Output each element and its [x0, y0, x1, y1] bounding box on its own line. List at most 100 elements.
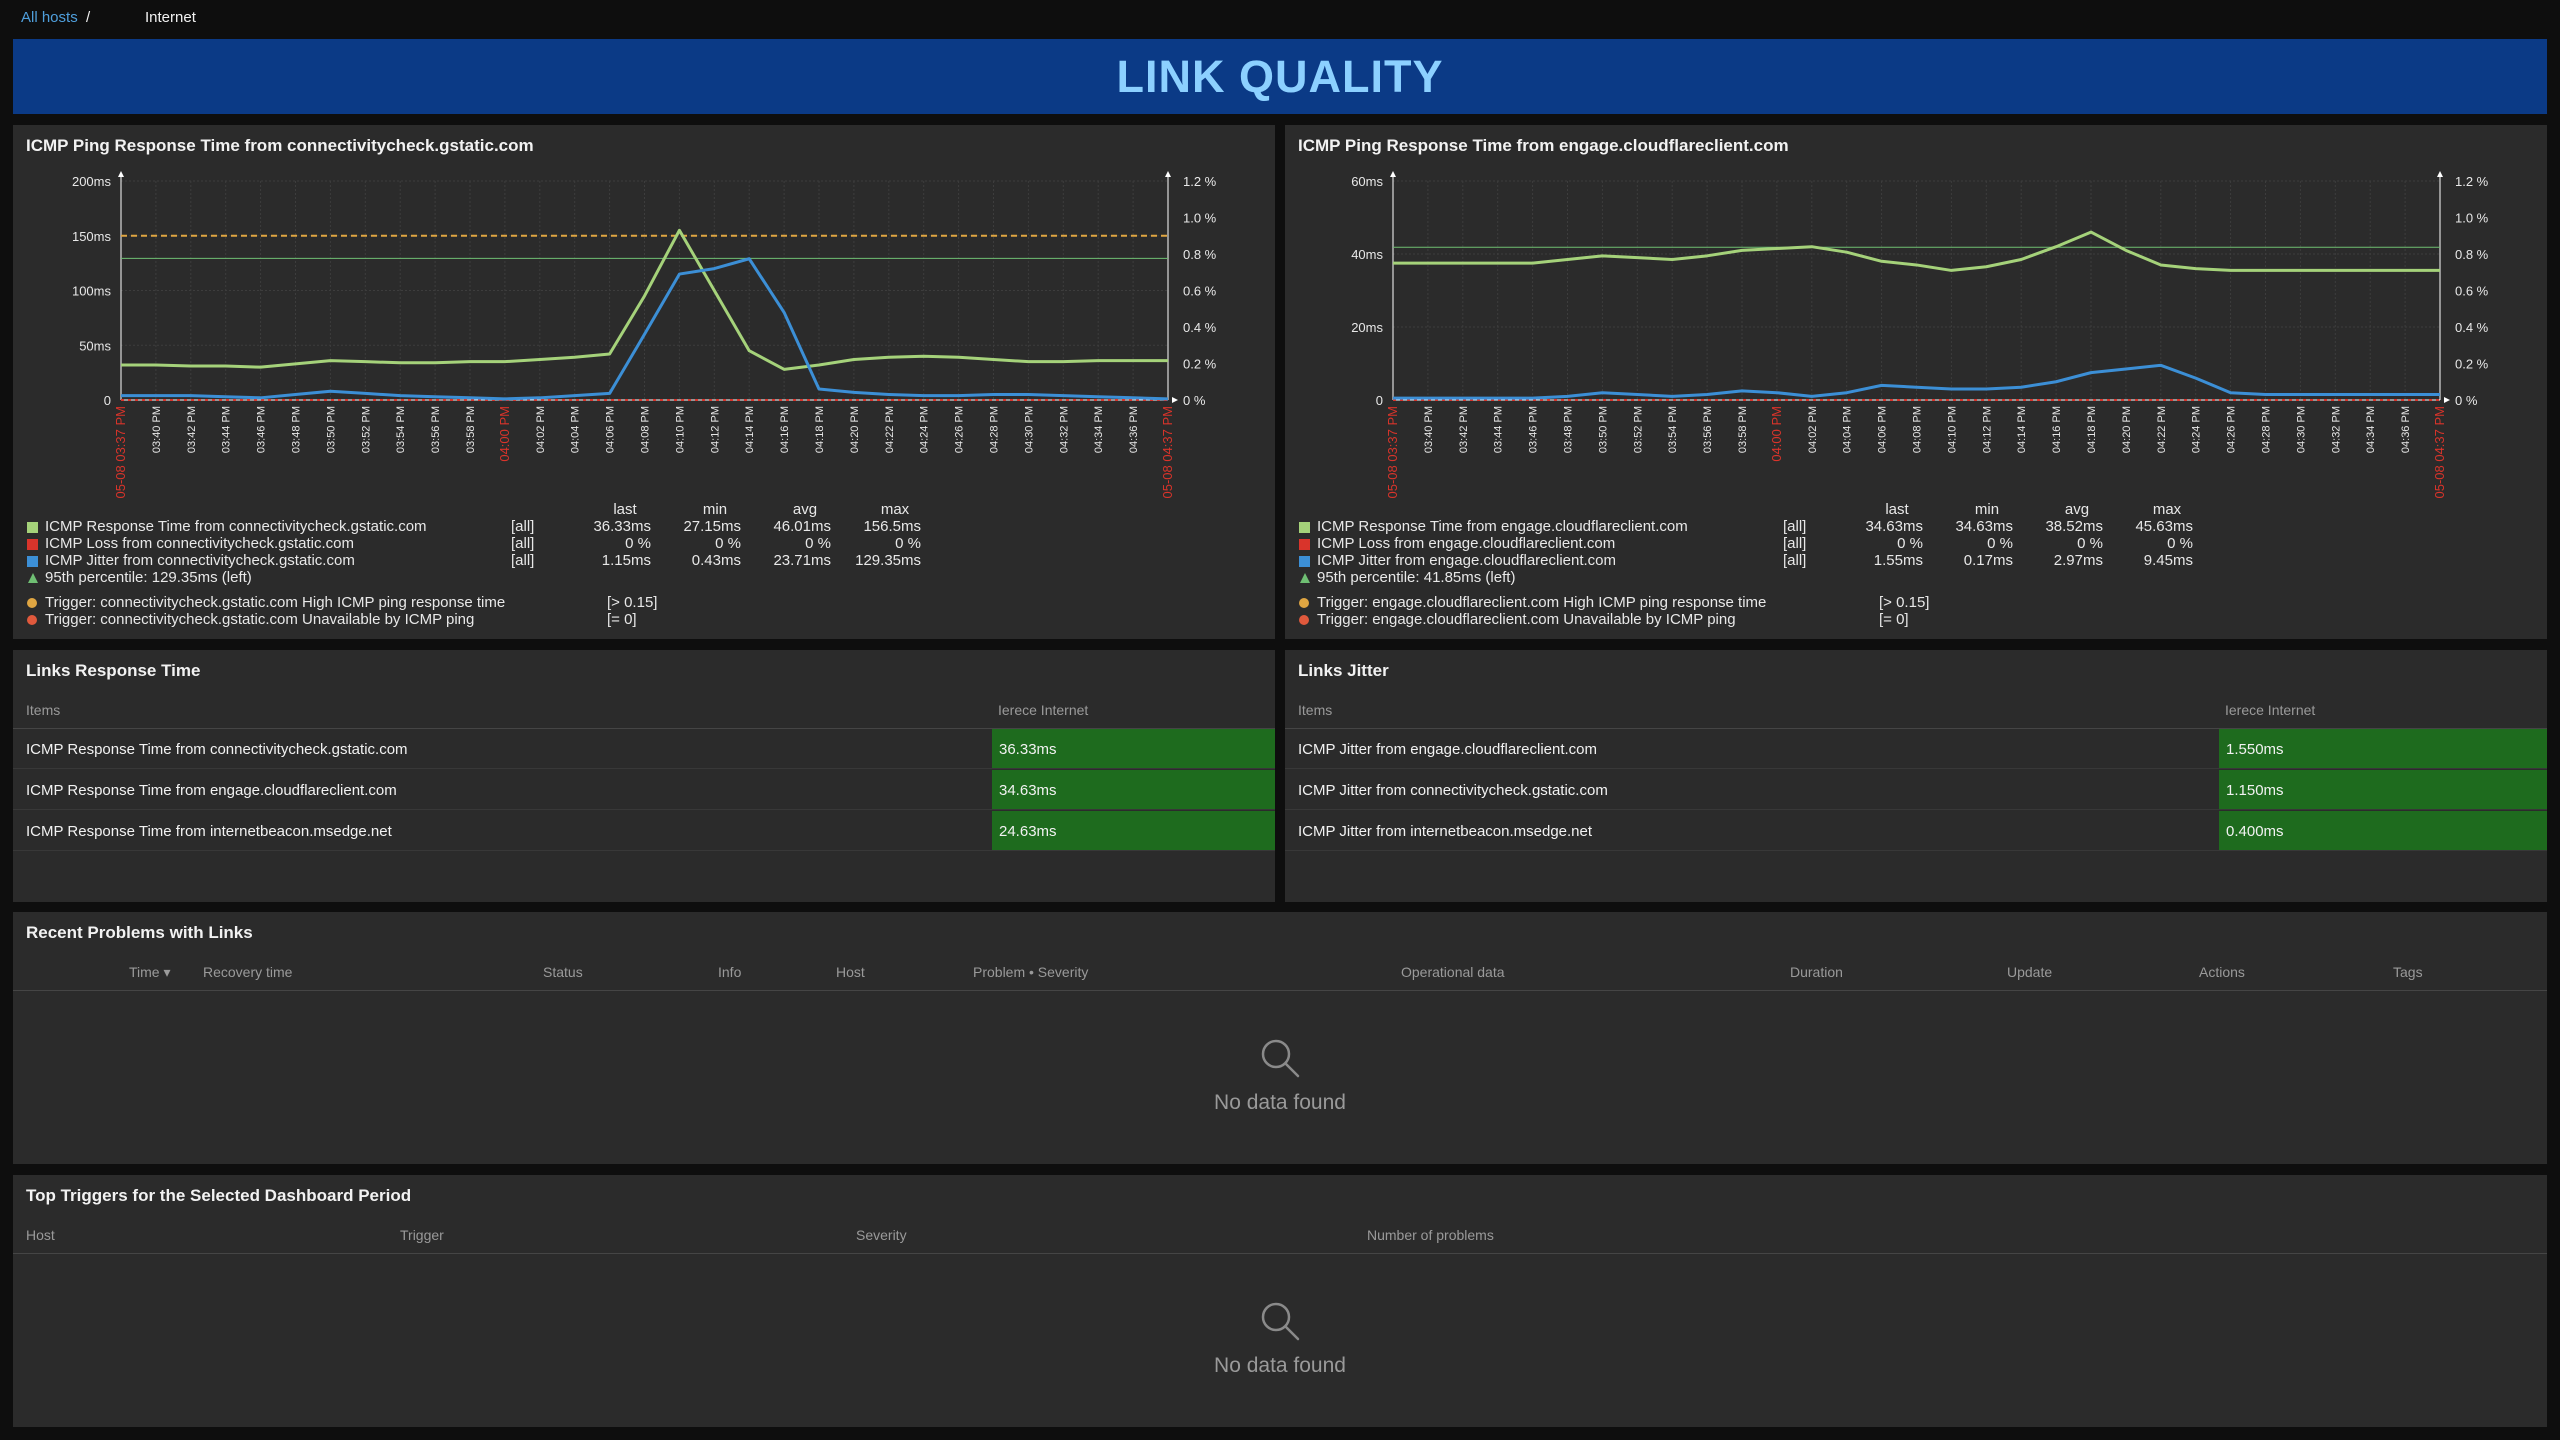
- legend-name: Trigger: engage.cloudflareclient.com Una…: [1317, 611, 1736, 628]
- x-tick-label: 04:16 PM: [779, 406, 791, 453]
- x-tick-label: 03:44 PM: [221, 406, 233, 453]
- y-tick-label: 0: [104, 393, 111, 408]
- col-header: Tags: [2393, 964, 2423, 980]
- x-tick-label: 04:00 PM: [1769, 406, 1784, 462]
- legend-swatch: [27, 556, 38, 567]
- axis-arrow: [118, 171, 124, 177]
- legend-swatch: [1299, 556, 1310, 567]
- legend-cond: [> 0.15]: [1879, 594, 1930, 611]
- header-divider: [13, 990, 2547, 991]
- no-data-text: No data found: [1214, 1354, 1346, 1377]
- col-items-header: Items: [1298, 702, 1333, 718]
- legend-func: [all]: [1783, 552, 1807, 569]
- percentile-icon: [1300, 573, 1310, 583]
- value-text: 24.63ms: [999, 823, 1057, 840]
- legend-value: 38.52ms: [2045, 518, 2103, 535]
- trigger-icon: [27, 615, 37, 625]
- x-tick-label: 04:30 PM: [2295, 406, 2307, 453]
- legend-name: Trigger: connectivitycheck.gstatic.com U…: [45, 611, 475, 628]
- col-items-header: Items: [26, 702, 61, 718]
- legend-name: Trigger: engage.cloudflareclient.com Hig…: [1317, 594, 1767, 611]
- col-header: Trigger: [400, 1227, 444, 1243]
- x-tick-label: 04:06 PM: [605, 406, 617, 453]
- links-jitter-widget: Links Jitter Items Ierece Internet ICMP …: [1285, 650, 2547, 902]
- y2-tick-label: 1.0 %: [1183, 211, 1217, 226]
- axis-arrow: [1165, 171, 1171, 177]
- legend-value: 0 %: [2077, 535, 2103, 552]
- legend-value: 0 %: [625, 535, 651, 552]
- legend-col-header: avg: [792, 501, 818, 518]
- widget-title: Links Jitter: [1298, 661, 1389, 680]
- y2-tick-label: 1.0 %: [2455, 211, 2489, 226]
- x-tick-label: 03:50 PM: [1597, 406, 1609, 453]
- no-data-text: No data found: [1214, 1091, 1346, 1114]
- col-header: Update: [2007, 964, 2053, 980]
- table-row: ICMP Jitter from connectivitycheck.gstat…: [1285, 770, 2547, 810]
- x-tick-label: 04:18 PM: [2086, 406, 2098, 453]
- x-tick-label: 03:54 PM: [395, 406, 407, 453]
- x-tick-label: 03:56 PM: [430, 406, 442, 453]
- x-tick-label: 04:36 PM: [1128, 406, 1140, 453]
- empty-state: No data found: [1130, 1299, 1430, 1378]
- legend-col-header: last: [1885, 501, 1909, 518]
- col-header: Host: [26, 1227, 55, 1243]
- graph-widget-cloudflare: ICMP Ping Response Time from engage.clou…: [1285, 125, 2547, 639]
- x-tick-label: 05-08 04:37 PM: [1160, 406, 1175, 499]
- legend-func: [all]: [1783, 535, 1807, 552]
- col-header: Problem • Severity: [973, 964, 1089, 980]
- value-cell: 0.400ms: [2219, 811, 2547, 850]
- value-text: 1.550ms: [2226, 741, 2284, 758]
- x-tick-label: 03:58 PM: [1737, 406, 1749, 453]
- top-triggers-widget: Top Triggers for the Selected Dashboard …: [13, 1175, 2547, 1427]
- legend-name: ICMP Response Time from engage.cloudflar…: [1317, 518, 1688, 535]
- x-tick-label: 04:14 PM: [744, 406, 756, 453]
- row-label: ICMP Response Time from engage.cloudflar…: [26, 782, 397, 799]
- y-tick-label: 0: [1376, 393, 1383, 408]
- x-tick-label: 04:26 PM: [2226, 406, 2238, 453]
- legend-value: 0 %: [715, 535, 741, 552]
- x-tick-label: 04:20 PM: [2121, 406, 2133, 453]
- x-tick-label: 04:24 PM: [919, 406, 931, 453]
- table-row: ICMP Response Time from internetbeacon.m…: [13, 811, 1275, 851]
- x-tick-label: 04:10 PM: [1946, 406, 1958, 453]
- col-host-header: Ierece Internet: [998, 702, 1089, 718]
- y2-tick-label: 0.6 %: [1183, 284, 1217, 299]
- x-tick-label: 03:50 PM: [325, 406, 337, 453]
- legend-value: 46.01ms: [773, 518, 831, 535]
- x-tick-label: 04:16 PM: [2051, 406, 2063, 453]
- x-tick-label: 04:22 PM: [884, 406, 896, 453]
- y-tick-label: 20ms: [1351, 320, 1383, 335]
- x-tick-label: 03:52 PM: [360, 406, 372, 453]
- x-tick-label: 03:54 PM: [1667, 406, 1679, 453]
- x-tick-label: 04:28 PM: [2261, 406, 2273, 453]
- col-host-header: Ierece Internet: [2225, 702, 2316, 718]
- x-tick-label: 03:56 PM: [1702, 406, 1714, 453]
- col-header: Status: [543, 964, 583, 980]
- x-tick-label: 05-08 04:37 PM: [2432, 406, 2447, 499]
- legend-value: 27.15ms: [683, 518, 741, 535]
- row-label: ICMP Response Time from internetbeacon.m…: [26, 823, 392, 840]
- col-header: Recovery time: [203, 964, 293, 980]
- widget-title: Recent Problems with Links: [26, 923, 253, 942]
- x-tick-label: 04:34 PM: [1093, 406, 1105, 453]
- x-tick-label: 03:42 PM: [1458, 406, 1470, 453]
- legend-value: 45.63ms: [2135, 518, 2193, 535]
- value-text: 36.33ms: [999, 741, 1057, 758]
- legend-value: 0.17ms: [1963, 552, 2013, 569]
- x-tick-label: 04:24 PM: [2191, 406, 2203, 453]
- legend-value: 0 %: [2167, 535, 2193, 552]
- x-tick-label: 04:14 PM: [2016, 406, 2028, 453]
- legend-value: 156.5ms: [863, 518, 921, 535]
- y2-tick-label: 0.2 %: [1183, 357, 1217, 372]
- x-tick-label: 04:02 PM: [1807, 406, 1819, 453]
- breadcrumb-all-hosts-link[interactable]: All hosts: [21, 9, 78, 26]
- legend-name: 95th percentile: 41.85ms (left): [1317, 569, 1516, 586]
- y-tick-label: 200ms: [72, 174, 112, 189]
- y2-tick-label: 1.2 %: [2455, 174, 2489, 189]
- legend-value: 0 %: [805, 535, 831, 552]
- legend-value: 1.55ms: [1873, 552, 1923, 569]
- x-tick-label: 03:48 PM: [291, 406, 303, 453]
- banner-title: LINK QUALITY: [1116, 50, 1444, 102]
- legend-col-header: min: [702, 501, 728, 518]
- breadcrumb-current: Internet: [145, 9, 196, 26]
